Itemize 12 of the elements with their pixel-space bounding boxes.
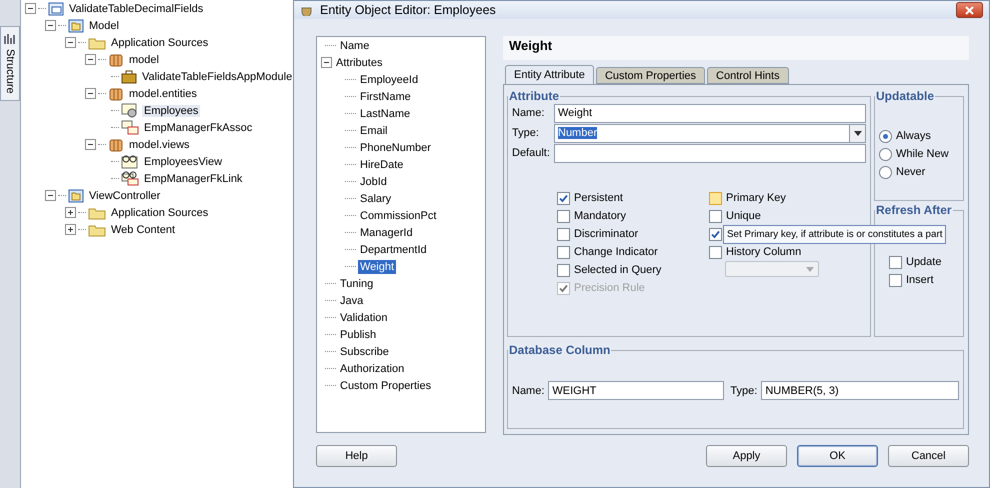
group-title: Attribute: [508, 89, 560, 103]
tooltip: Set Primary key, if attribute is or constitutes a part: [723, 225, 946, 244]
field-label: Type:: [512, 127, 540, 139]
window-title: Entity Object Editor: Employees: [320, 3, 497, 17]
group-title: Database Column: [508, 343, 612, 357]
section-header: Weight: [503, 36, 969, 60]
field-label: Type:: [730, 384, 758, 396]
group-title: Updatable: [875, 89, 936, 103]
field-label: Name:: [512, 384, 544, 396]
field-label: Name:: [512, 107, 546, 119]
group-title: Refresh After: [875, 203, 953, 217]
field-label: Default:: [512, 147, 551, 159]
